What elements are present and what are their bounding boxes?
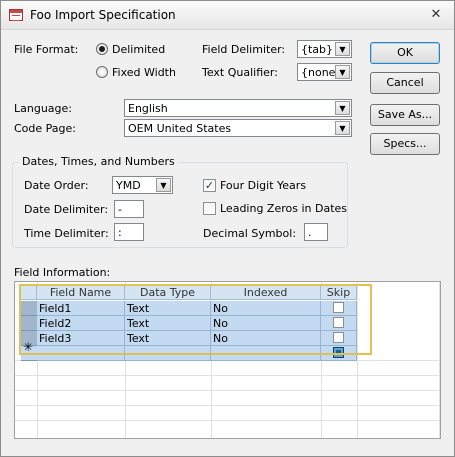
time-delimiter-label: Time Delimiter:	[24, 227, 109, 240]
chevron-down-icon[interactable]: ▼	[335, 101, 350, 115]
check-icon: ✓	[204, 179, 215, 192]
date-delimiter-input[interactable]: -	[114, 200, 144, 218]
code-page-select[interactable]: OEM United States ▼	[124, 119, 352, 137]
field-information-label: Field Information:	[14, 266, 111, 279]
date-delimiter-label: Date Delimiter:	[24, 203, 109, 216]
selection-outline	[19, 284, 372, 355]
leading-zeros-label[interactable]: Leading Zeros in Dates	[220, 202, 347, 215]
language-value: English	[128, 102, 168, 115]
field-information-grid[interactable]: Field Name Data Type Indexed Skip Field1…	[14, 281, 441, 439]
import-spec-dialog: Foo Import Specification ✕ File Format: …	[0, 0, 455, 457]
text-qualifier-label: Text Qualifier:	[202, 66, 278, 79]
title-bar[interactable]: Foo Import Specification ✕	[1, 1, 454, 30]
date-order-value: YMD	[116, 179, 141, 192]
date-delimiter-value: -	[118, 203, 122, 216]
code-page-value: OEM United States	[128, 122, 232, 135]
specs-button[interactable]: Specs...	[370, 133, 440, 155]
window-title: Foo Import Specification	[30, 8, 176, 22]
field-delimiter-value: {tab}	[301, 43, 334, 56]
close-button[interactable]: ✕	[425, 6, 447, 24]
leading-zeros-checkbox[interactable]	[203, 202, 216, 215]
date-order-select[interactable]: YMD ▼	[112, 176, 173, 194]
chevron-down-icon[interactable]: ▼	[335, 121, 350, 135]
four-digit-years-checkbox[interactable]: ✓	[203, 179, 216, 192]
chevron-down-icon[interactable]: ▼	[156, 178, 171, 192]
fixed-width-radio[interactable]	[96, 66, 108, 78]
ok-button[interactable]: OK	[370, 42, 440, 64]
date-order-label: Date Order:	[24, 179, 89, 192]
save-as-button[interactable]: Save As...	[370, 104, 440, 126]
language-label: Language:	[14, 102, 72, 115]
file-format-label: File Format:	[14, 43, 79, 56]
cancel-button[interactable]: Cancel	[370, 72, 440, 94]
text-qualifier-select[interactable]: {none} ▼	[297, 63, 352, 81]
fixed-width-radio-label[interactable]: Fixed Width	[112, 66, 176, 79]
time-delimiter-input[interactable]: :	[114, 223, 144, 241]
chevron-down-icon[interactable]: ▼	[335, 65, 350, 79]
app-icon	[9, 9, 23, 21]
four-digit-years-label[interactable]: Four Digit Years	[220, 179, 306, 192]
decimal-symbol-label: Decimal Symbol:	[203, 227, 297, 240]
decimal-symbol-input[interactable]: .	[304, 223, 328, 241]
dates-group-title: Dates, Times, and Numbers	[19, 155, 178, 168]
field-delimiter-select[interactable]: {tab} ▼	[297, 40, 352, 58]
time-delimiter-value: :	[118, 226, 122, 239]
chevron-down-icon[interactable]: ▼	[335, 42, 350, 56]
delimited-radio-label[interactable]: Delimited	[112, 43, 165, 56]
decimal-symbol-value: .	[308, 226, 312, 239]
delimited-radio[interactable]	[96, 43, 108, 55]
code-page-label: Code Page:	[14, 122, 76, 135]
language-select[interactable]: English ▼	[124, 99, 352, 117]
field-delimiter-label: Field Delimiter:	[202, 43, 286, 56]
